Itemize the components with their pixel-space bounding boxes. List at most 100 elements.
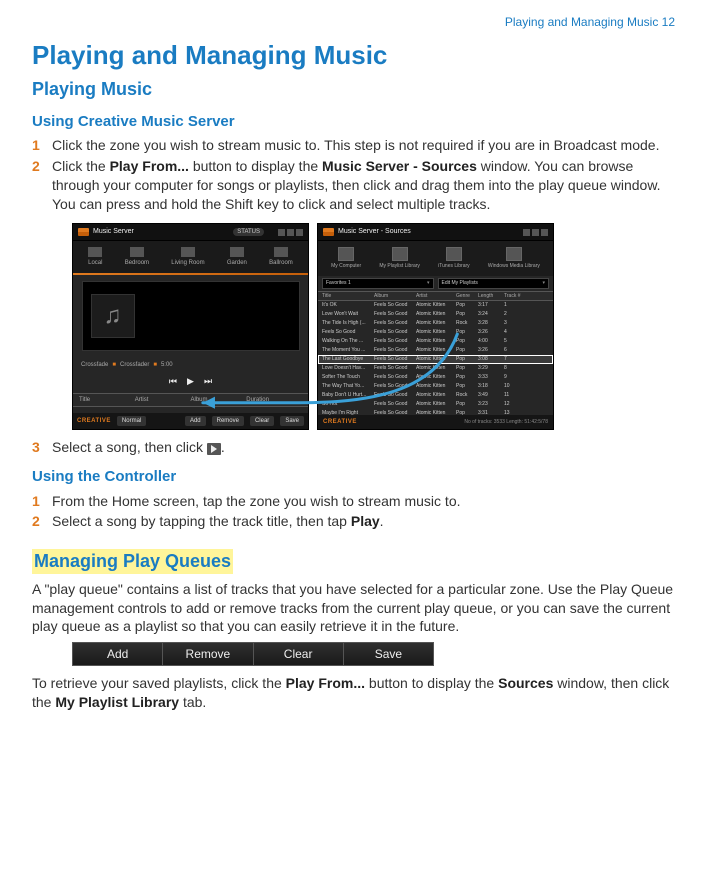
zone-icon (181, 247, 195, 257)
track-list: It's OKFeels So GoodAtomic KittenPop3:17… (318, 301, 553, 430)
add-button: Add (73, 643, 163, 665)
bold-sources-window: Music Server - Sources (322, 158, 477, 174)
crossfader-label: Crossfader (120, 361, 149, 369)
track-row: Softer The TouchFeels So GoodAtomic Kitt… (318, 373, 553, 382)
itunes-icon (446, 247, 462, 261)
text: Select a song, then click (52, 439, 207, 455)
status-pill: STATUS (233, 228, 264, 236)
track-row: Feels So GoodFeels So GoodAtomic KittenP… (318, 328, 553, 337)
creative-logo-icon (323, 228, 334, 236)
highlighted-heading: Managing Play Queues (32, 549, 233, 573)
text: tab. (179, 694, 206, 710)
step-text: Select a song by tapping the track title… (52, 512, 675, 531)
zone-icon (88, 247, 102, 257)
step-number: 2 (32, 157, 52, 214)
music-note-icon: ♫ (91, 294, 135, 338)
track-row: So HotFeels So GoodAtomic KittenPop3:231… (318, 400, 553, 409)
queue-header: TitleArtistAlbumDuration (73, 393, 308, 407)
track-row: Walking On The ...Feels So GoodAtomic Ki… (318, 337, 553, 346)
step-text: Click the zone you wish to stream music … (52, 136, 675, 155)
bold-myplaylist: My Playlist Library (55, 694, 179, 710)
screenshot-music-server: Music Server STATUS Local Bedroom Living… (72, 223, 309, 430)
zone-icon (230, 247, 244, 257)
edit-playlists-dropdown: Edit My Playlists▾ (438, 278, 550, 289)
track-row: It's OKFeels So GoodAtomic KittenPop3:17… (318, 301, 553, 310)
clear-button: Clear (254, 643, 344, 665)
track-count-label: No of tracks: 3533 Length: 51:42:5/78 (464, 419, 548, 426)
text: Click the (52, 158, 110, 174)
save-button: Save (280, 416, 304, 426)
step-number: 1 (32, 136, 52, 155)
steps-server-cont: 3 Select a song, then click . (32, 438, 675, 457)
bold-playfrom: Play From... (110, 158, 189, 174)
window-buttons (523, 229, 548, 236)
computer-icon (338, 247, 354, 261)
zone-label: Garden (227, 260, 247, 266)
track-row: Love Doesn't Hav...Feels So GoodAtomic K… (318, 364, 553, 373)
text: To retrieve your saved playlists, click … (32, 675, 286, 691)
window-title: Music Server (93, 227, 134, 236)
track-header: Title Album Artist Genre Length Track # (318, 291, 553, 302)
track-row: The Tide Is High (...Feels So GoodAtomic… (318, 319, 553, 328)
queue-management-buttons-image: Add Remove Clear Save (72, 642, 434, 666)
window-buttons (278, 229, 303, 236)
step-number: 2 (32, 512, 52, 531)
paragraph: To retrieve your saved playlists, click … (32, 674, 675, 712)
playback-controls: ⏮ ▶ ⏭ (73, 373, 308, 393)
clear-button: Clear (250, 416, 274, 426)
page-title: Playing and Managing Music (32, 38, 675, 73)
step-text: Select a song, then click . (52, 438, 675, 457)
playlist-icon (392, 247, 408, 261)
zone-label: Ballroom (269, 260, 293, 266)
section-managing-queues: Managing Play Queues (32, 549, 675, 573)
step-text: Click the Play From... button to display… (52, 157, 675, 214)
track-row: The Last GoodbyeFeels So GoodAtomic Kitt… (318, 355, 553, 364)
track-row: The Moment You ...Feels So GoodAtomic Ki… (318, 346, 553, 355)
remove-button: Remove (163, 643, 253, 665)
window-title: Music Server - Sources (338, 227, 411, 236)
zone-icon (130, 247, 144, 257)
zone-label: Bedroom (125, 260, 149, 266)
creative-logo-icon (78, 228, 89, 236)
library-tabs: My Computer My Playlist Library iTunes L… (318, 241, 553, 276)
brand-label: CREATIVE (323, 418, 357, 426)
subsection-using-creative-music-server: Using Creative Music Server (32, 112, 675, 132)
zone-icon (274, 247, 288, 257)
add-button: Add (185, 416, 206, 426)
next-icon: ⏭ (204, 375, 212, 387)
play-icon: ▶ (187, 375, 194, 387)
paragraph: A "play queue" contains a list of tracks… (32, 580, 675, 637)
zone-label: Living Room (171, 260, 204, 266)
text: . (380, 513, 384, 529)
play-button-icon (207, 443, 221, 455)
mode-button: Normal (117, 416, 146, 426)
text: button to display the (189, 158, 322, 174)
save-button: Save (344, 643, 433, 665)
remove-button: Remove (212, 416, 244, 426)
bold-sources: Sources (498, 675, 553, 691)
page-header-label: Playing and Managing Music 12 (32, 14, 675, 30)
steps-server: 1 Click the zone you wish to stream musi… (32, 136, 675, 214)
subsection-using-controller: Using the Controller (32, 467, 675, 487)
step-text: From the Home screen, tap the zone you w… (52, 492, 675, 511)
screenshot-pair: Music Server STATUS Local Bedroom Living… (72, 223, 675, 430)
zones-row: Local Bedroom Living Room Garden Ballroo… (73, 241, 308, 273)
bold-playfrom: Play From... (286, 675, 365, 691)
zone-label: Local (88, 260, 102, 266)
section-playing-music: Playing Music (32, 77, 675, 101)
brand-label: CREATIVE (77, 417, 111, 425)
step-number: 1 (32, 492, 52, 511)
steps-controller: 1 From the Home screen, tap the zone you… (32, 492, 675, 532)
text: button to display the (365, 675, 498, 691)
track-row: Love Won't WaitFeels So GoodAtomic Kitte… (318, 310, 553, 319)
bold-play: Play (351, 513, 380, 529)
favorites-dropdown: Favorites 1▾ (322, 278, 434, 289)
now-playing-panel: ♫ (82, 281, 300, 351)
crossfade-label: Crossfade (81, 361, 108, 369)
wmp-icon (506, 247, 522, 261)
track-row: Baby Don't U Hurt...Feels So GoodAtomic … (318, 391, 553, 400)
text: . (221, 439, 225, 455)
track-row: The Way That Yo...Feels So GoodAtomic Ki… (318, 382, 553, 391)
text: Select a song by tapping the track title… (52, 513, 351, 529)
screenshot-sources: Music Server - Sources My Computer My Pl… (317, 223, 554, 430)
